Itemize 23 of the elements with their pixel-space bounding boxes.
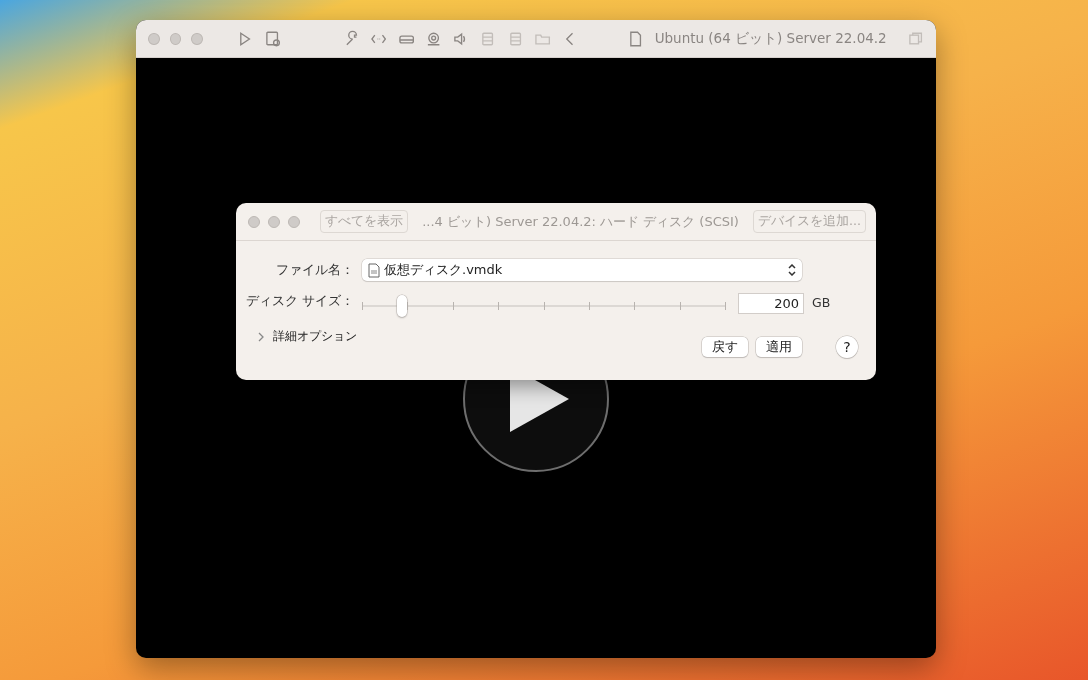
window-control-button[interactable]: [268, 215, 280, 228]
window-title: Ubuntu (64 ビット) Server 22.04.2: [654, 29, 887, 49]
slider-thumb[interactable]: [396, 295, 407, 317]
window-control-button[interactable]: [191, 32, 203, 45]
window-control-button[interactable]: [169, 32, 182, 45]
window-control-button[interactable]: [288, 215, 300, 228]
advanced-options-disclosure[interactable]: 詳細オプション: [258, 328, 357, 346]
file-select[interactable]: 仮想ディスク.vmdk: [362, 259, 802, 281]
dialog-button[interactable]: 適用: [756, 336, 802, 358]
size-unit-label: GB: [812, 293, 831, 312]
disclosure-chevron-icon: [258, 331, 265, 342]
window-control-button[interactable]: [148, 32, 160, 45]
window-control-button[interactable]: [248, 215, 260, 228]
help-button[interactable]: ?: [836, 336, 858, 358]
dialog-title: ...4 ビット) Server 22.04.2: ハード ディスク (SCSI): [421, 212, 740, 231]
snapshot-icon[interactable]: [263, 29, 281, 48]
dialog-button[interactable]: 戻す: [702, 336, 748, 358]
disk-size-label: ディスク サイズ：: [245, 292, 354, 310]
disk-size-field[interactable]: 200: [738, 292, 804, 314]
file-name-label: ファイル名：: [275, 260, 354, 279]
up-down-arrows-icon: [788, 264, 796, 276]
document-icon: [368, 262, 380, 278]
disk-size-slider[interactable]: [362, 298, 726, 314]
